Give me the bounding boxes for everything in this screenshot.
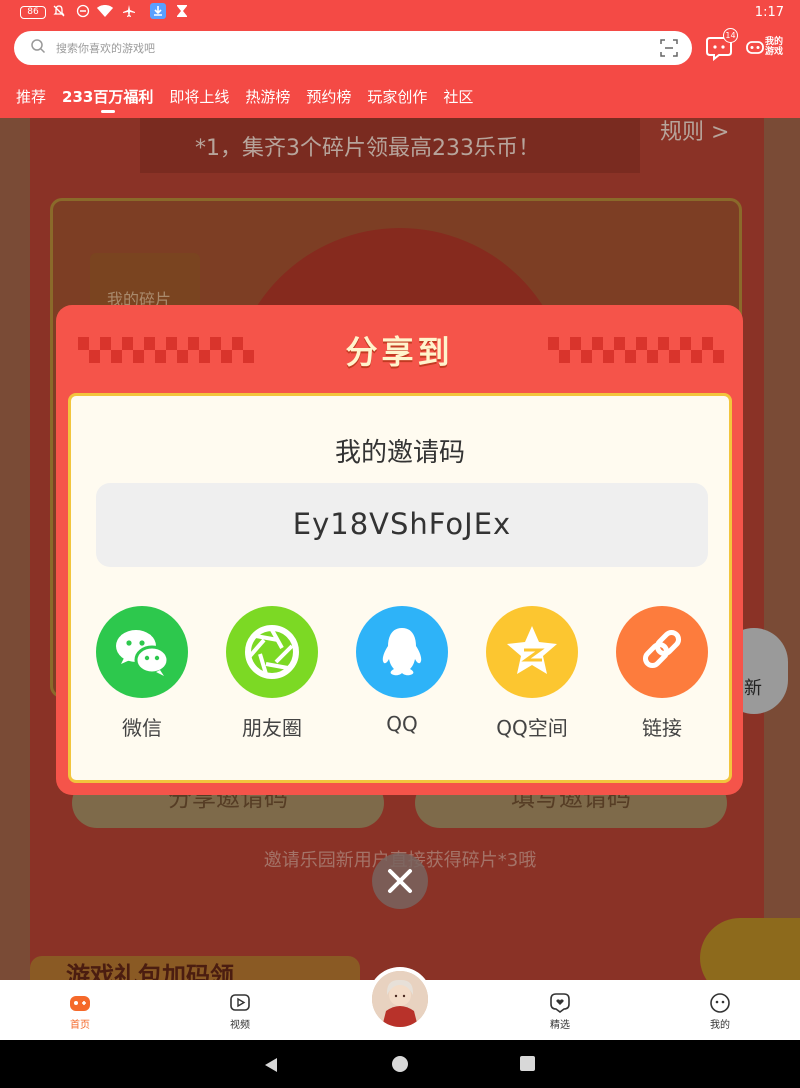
tab-label: 233百万福利 (62, 88, 154, 106)
share-label: QQ空间 (496, 716, 568, 740)
tab-label: 玩家创作 (367, 88, 428, 106)
nav-label: 视频 (230, 1020, 250, 1031)
nav-profile[interactable]: 我的 (690, 990, 750, 1038)
event-banner-text: *1，集齐3个碎片领最高233乐币！ (195, 136, 540, 161)
system-navigation-bar (0, 1040, 800, 1088)
search-icon (31, 39, 46, 54)
share-label: 朋友圈 (242, 716, 302, 740)
scan-icon[interactable] (660, 39, 678, 57)
nav-home[interactable]: 首页 (50, 990, 110, 1038)
tab-player-creation[interactable]: 玩家创作 (367, 86, 427, 110)
share-dialog: 分享到 我的邀请码 Ey18VShFoJEx 微信 朋友圈 QQ QQ空间 链接 (56, 305, 743, 795)
tab-reservation-rank[interactable]: 预约榜 (306, 86, 351, 110)
nav-featured[interactable]: 精选 (530, 990, 590, 1038)
gift-code-banner[interactable]: 游戏礼包加码领 (30, 956, 360, 980)
featured-heart-icon (550, 993, 570, 1013)
close-dialog-button[interactable] (372, 853, 428, 909)
hourglass-icon (176, 4, 188, 22)
qq-icon (356, 606, 448, 698)
tab-hot-games[interactable]: 热游榜 (245, 86, 290, 110)
wifi-icon (96, 4, 114, 22)
home-icon[interactable] (392, 1056, 408, 1072)
share-link-button[interactable]: 链接 (616, 606, 708, 746)
link-icon (616, 606, 708, 698)
tab-community[interactable]: 社区 (443, 86, 473, 110)
invite-code-heading: 我的邀请码 (334, 438, 465, 468)
status-bar: 86 1:17 (0, 0, 800, 26)
tab-label: 预约榜 (306, 88, 352, 106)
share-qq-button[interactable]: QQ (356, 606, 448, 746)
tab-coming-soon[interactable]: 即将上线 (169, 86, 229, 110)
video-icon (230, 994, 250, 1011)
avatar (372, 971, 428, 1027)
tab-label: 推荐 (16, 88, 47, 106)
share-moments-button[interactable]: 朋友圈 (226, 606, 318, 746)
refresh-label: 新 (744, 678, 762, 699)
search-placeholder: 搜索你喜欢的游戏吧 (56, 42, 155, 55)
download-app-icon (150, 3, 166, 23)
share-wechat-button[interactable]: 微信 (96, 606, 188, 746)
tab-recommend[interactable]: 推荐 (16, 86, 46, 110)
share-label: 链接 (642, 716, 682, 740)
gamepad-icon (746, 41, 764, 54)
home-gamepad-icon (70, 996, 90, 1011)
battery-indicator: 86 (20, 6, 46, 19)
share-targets: 微信 朋友圈 QQ QQ空间 链接 (96, 606, 708, 746)
back-icon[interactable] (262, 1056, 280, 1074)
my-games-label: 我的游戏 (765, 37, 784, 57)
tab-label: 热游榜 (245, 88, 291, 106)
recents-icon[interactable] (520, 1056, 535, 1071)
tab-label: 社区 (443, 88, 474, 106)
search-bar[interactable]: 搜索你喜欢的游戏吧 (14, 31, 692, 65)
nav-label: 首页 (70, 1020, 90, 1031)
coin-decoration (700, 918, 800, 980)
share-qzone-button[interactable]: QQ空间 (486, 606, 578, 746)
active-tab-indicator (100, 110, 115, 113)
nav-label: 我的 (710, 1020, 730, 1031)
my-games-button[interactable]: 我的游戏 (746, 36, 788, 62)
do-not-disturb-icon (76, 4, 90, 22)
share-label: 微信 (122, 716, 162, 740)
nav-label: 精选 (550, 1020, 570, 1031)
share-label: QQ (386, 712, 418, 736)
airplane-mode-icon (122, 4, 136, 22)
moments-icon (226, 606, 318, 698)
notification-off-icon (52, 4, 66, 22)
invite-code-box[interactable]: Ey18VShFoJEx (96, 483, 708, 567)
header: 搜索你喜欢的游戏吧 14 我的游戏 推荐 233百万福利 即将上线 热游榜 预约… (0, 26, 800, 118)
dialog-body: 我的邀请码 Ey18VShFoJEx 微信 朋友圈 QQ QQ空间 链接 (68, 393, 732, 783)
clock: 1:17 (754, 5, 784, 20)
checker-decoration (548, 337, 724, 363)
invite-code-value: Ey18VShFoJEx (292, 507, 512, 541)
tab-233-welfare[interactable]: 233百万福利 (62, 86, 154, 113)
nav-video[interactable]: 视频 (210, 990, 270, 1038)
qzone-icon (486, 606, 578, 698)
message-badge: 14 (723, 28, 738, 43)
gift-code-label: 游戏礼包加码领 (66, 962, 234, 980)
tab-label: 即将上线 (169, 88, 230, 106)
wechat-icon (96, 606, 188, 698)
center-avatar-button[interactable] (368, 967, 432, 1031)
category-tabs: 推荐 233百万福利 即将上线 热游榜 预约榜 玩家创作 社区 (16, 86, 489, 113)
rules-link[interactable]: 规则 > (660, 118, 729, 146)
close-icon (388, 869, 412, 893)
profile-face-icon (710, 993, 730, 1013)
